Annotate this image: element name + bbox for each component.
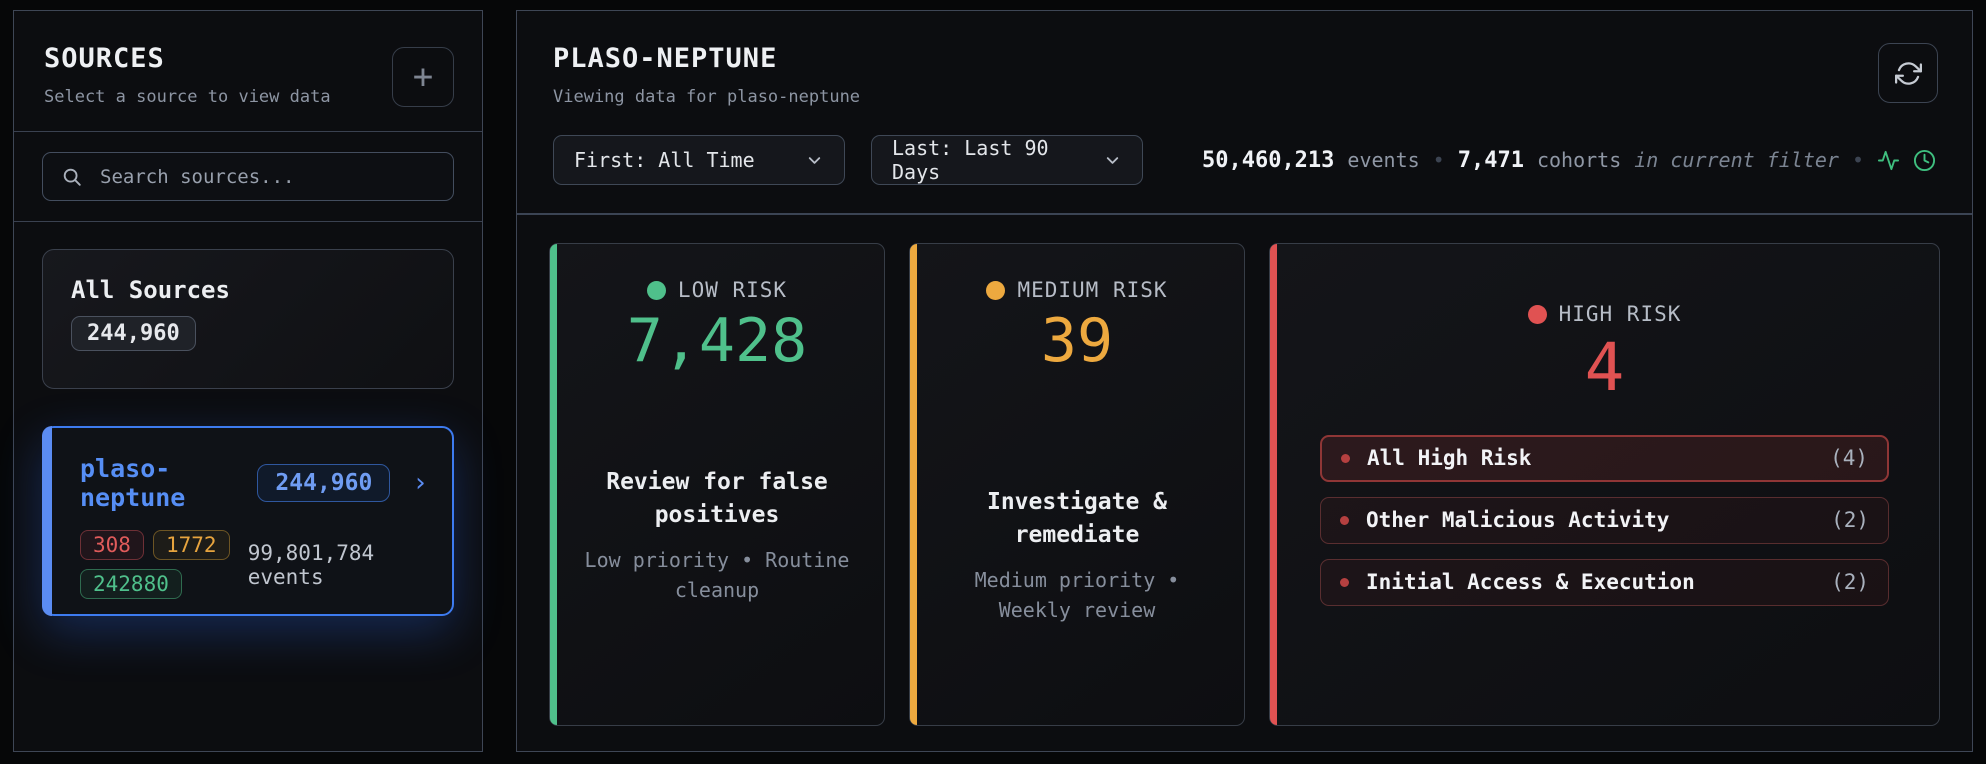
item-label: Other Malicious Activity xyxy=(1366,508,1670,533)
main-header-text: PLASO-NEPTUNE Viewing data for plaso-nep… xyxy=(553,43,860,107)
low-risk-count-badge: 242880 xyxy=(80,569,182,599)
add-source-button[interactable]: + xyxy=(392,47,454,107)
item-label: Initial Access & Execution xyxy=(1366,570,1695,595)
bullet-icon xyxy=(1341,453,1350,463)
sources-title: SOURCES xyxy=(44,43,165,74)
medium-risk-value: 39 xyxy=(1040,306,1114,376)
refresh-icon xyxy=(1894,60,1922,87)
risk-cards-row: LOW RISK 7,428 Review for false positive… xyxy=(517,215,1972,751)
low-risk-value: 7,428 xyxy=(626,306,808,376)
source-events-count: 99,801,784 events xyxy=(247,540,375,589)
filter-row: First: All Time Last: Last 90 Days 50,46… xyxy=(517,107,1972,185)
high-risk-items: All High Risk (4) Other Malicious Activi… xyxy=(1292,434,1917,621)
risk-count-badges: 308 1772 242880 xyxy=(80,530,248,599)
bullet-icon xyxy=(1340,577,1349,587)
filter-scope-note: in current filter xyxy=(1634,148,1839,172)
filter-first-select[interactable]: First: All Time xyxy=(553,135,845,185)
page-subtitle: Viewing data for plaso-neptune xyxy=(553,87,861,107)
activity-icon xyxy=(1877,149,1900,172)
selected-accent-bar xyxy=(42,426,52,616)
cohorts-count: 7,471 xyxy=(1457,147,1524,173)
source-count-badge: 244,960 xyxy=(257,464,391,502)
all-sources-card[interactable]: All Sources 244,960 xyxy=(42,249,454,389)
chevron-down-icon xyxy=(1103,151,1122,170)
chevron-down-icon xyxy=(805,151,824,170)
medium-risk-dot-icon xyxy=(986,280,1006,300)
low-risk-detail: Low priority • Routine cleanup xyxy=(584,547,850,602)
medium-risk-label-row: MEDIUM RISK xyxy=(986,278,1167,302)
events-label: events xyxy=(1347,148,1420,172)
search-input[interactable] xyxy=(100,165,435,188)
filter-last-select[interactable]: Last: Last 90 Days xyxy=(871,135,1143,185)
source-detail-row: 308 1772 242880 99,801,784 events xyxy=(80,530,428,599)
plus-icon: + xyxy=(412,57,434,97)
main-panel: PLASO-NEPTUNE Viewing data for plaso-nep… xyxy=(516,10,1973,752)
medium-risk-count-badge: 1772 xyxy=(152,530,230,560)
search-icon xyxy=(61,166,83,188)
search-area xyxy=(14,132,482,221)
main-header: PLASO-NEPTUNE Viewing data for plaso-nep… xyxy=(517,11,1972,107)
low-risk-label: LOW RISK xyxy=(677,278,788,302)
low-risk-dot-icon xyxy=(646,280,666,300)
source-name: plaso-neptune xyxy=(80,454,186,512)
sources-list: All Sources 244,960 plaso-neptune 244,96… xyxy=(14,222,482,751)
all-sources-count-badge: 244,960 xyxy=(71,316,196,351)
item-count: (4) xyxy=(1830,446,1868,471)
filter-stats: 50,460,213 events • 7,471 cohorts in cur… xyxy=(1202,148,1936,173)
chevron-right-icon: › xyxy=(412,468,428,498)
risk-card-low[interactable]: LOW RISK 7,428 Review for false positive… xyxy=(549,243,885,726)
filter-first-value: First: All Time xyxy=(574,148,755,172)
filter-last-value: Last: Last 90 Days xyxy=(892,136,1049,184)
medium-risk-accent-bar xyxy=(910,244,917,725)
item-label: All High Risk xyxy=(1367,446,1532,471)
cohorts-label: cohorts xyxy=(1536,148,1622,172)
low-risk-accent-bar xyxy=(550,244,557,725)
medium-risk-detail: Medium priority • Weekly review xyxy=(974,567,1180,622)
clock-icon xyxy=(1913,149,1936,172)
bullet-icon xyxy=(1340,515,1349,525)
high-risk-label: HIGH RISK xyxy=(1558,302,1682,326)
all-sources-label: All Sources xyxy=(71,276,230,304)
high-risk-item-all[interactable]: All High Risk (4) xyxy=(1320,434,1889,482)
high-risk-value: 4 xyxy=(1584,329,1625,406)
dot-separator: • xyxy=(1851,148,1864,172)
sources-panel: SOURCES Select a source to view data + A… xyxy=(13,10,483,752)
search-box[interactable] xyxy=(42,152,454,201)
high-risk-count-badge: 308 xyxy=(80,530,144,560)
item-count: (2) xyxy=(1831,570,1869,595)
medium-risk-action: Investigate & remediate xyxy=(986,489,1167,549)
high-risk-item-initial-access[interactable]: Initial Access & Execution (2) xyxy=(1320,558,1889,606)
high-risk-item-other-malicious[interactable]: Other Malicious Activity (2) xyxy=(1320,496,1889,544)
low-risk-action: Review for false positives xyxy=(606,469,828,529)
high-risk-label-row: HIGH RISK xyxy=(1527,302,1682,326)
high-risk-accent-bar xyxy=(1270,244,1277,725)
dot-separator: • xyxy=(1432,148,1445,172)
item-count: (2) xyxy=(1831,508,1869,533)
source-title-row: plaso-neptune 244,960 › xyxy=(80,454,428,512)
sources-header: SOURCES Select a source to view data + xyxy=(14,11,482,131)
page-title: PLASO-NEPTUNE xyxy=(553,43,778,74)
low-risk-label-row: LOW RISK xyxy=(646,278,788,302)
medium-risk-label: MEDIUM RISK xyxy=(1017,278,1168,302)
risk-card-high[interactable]: HIGH RISK 4 All High Risk (4) Other Mali… xyxy=(1269,243,1940,726)
high-risk-dot-icon xyxy=(1527,304,1547,324)
source-card-plaso-neptune[interactable]: plaso-neptune 244,960 › 308 1772 242880 … xyxy=(42,426,454,616)
risk-card-medium[interactable]: MEDIUM RISK 39 Investigate & remediate M… xyxy=(909,243,1245,726)
sources-subtitle: Select a source to view data xyxy=(44,87,331,107)
events-count: 50,460,213 xyxy=(1201,147,1335,173)
refresh-button[interactable] xyxy=(1878,43,1938,103)
